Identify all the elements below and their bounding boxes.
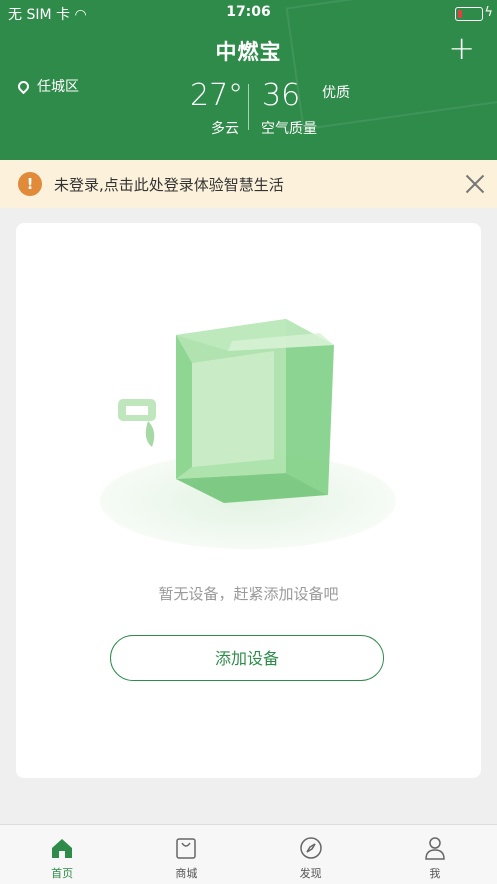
add-icon[interactable]: + <box>448 32 475 64</box>
add-device-button[interactable]: 添加设备 <box>110 635 384 681</box>
weather-divider <box>248 84 249 130</box>
tab-label: 首页 <box>51 867 74 880</box>
location[interactable]: 任城区 <box>15 76 79 96</box>
home-icon <box>52 839 73 858</box>
battery-icon <box>455 7 483 21</box>
status-time: 17:06 <box>226 4 271 20</box>
charging-icon: ϟ <box>484 5 493 20</box>
notice-text: 未登录,点击此处登录体验智慧生活 <box>54 175 284 194</box>
tab-mall[interactable]: 商城 <box>124 825 248 884</box>
tab-label: 我 <box>429 867 441 880</box>
user-icon <box>425 837 445 860</box>
empty-state-text: 暂无设备，赶紧添加设备吧 <box>158 585 339 603</box>
tab-home[interactable]: 首页 <box>0 825 124 884</box>
empty-box-illustration <box>100 319 396 549</box>
compass-icon <box>299 837 322 859</box>
warning-icon: ! <box>18 172 42 196</box>
app-title: 中燃宝 <box>215 40 282 64</box>
tab-me[interactable]: 我 <box>373 825 497 884</box>
aqi-label: 空气质量 <box>261 121 317 137</box>
aqi-value: 36 <box>262 78 301 113</box>
location-pin-icon <box>15 78 32 94</box>
device-card: 暂无设备，赶紧添加设备吧 添加设备 <box>16 223 481 778</box>
tab-discover[interactable]: 发现 <box>249 825 373 884</box>
tab-label: 发现 <box>299 867 322 880</box>
close-icon[interactable] <box>465 174 485 194</box>
tab-label: 商城 <box>175 867 198 880</box>
temperature: 27° <box>190 78 244 113</box>
shopping-bag-icon <box>176 838 197 859</box>
aqi-level: 优质 <box>322 85 350 101</box>
header: 无 SIM 卡 ◠ 17:06 ϟ 中燃宝 + 任城区 27° 多云 36 优质… <box>0 0 497 160</box>
status-bar: 无 SIM 卡 ◠ 17:06 ϟ <box>0 4 497 24</box>
weather-desc: 多云 <box>211 121 239 137</box>
tab-bar: 首页 商城 发现 我 <box>0 824 497 884</box>
location-label: 任城区 <box>37 79 79 95</box>
login-notice[interactable]: ! 未登录,点击此处登录体验智慧生活 <box>0 160 497 208</box>
